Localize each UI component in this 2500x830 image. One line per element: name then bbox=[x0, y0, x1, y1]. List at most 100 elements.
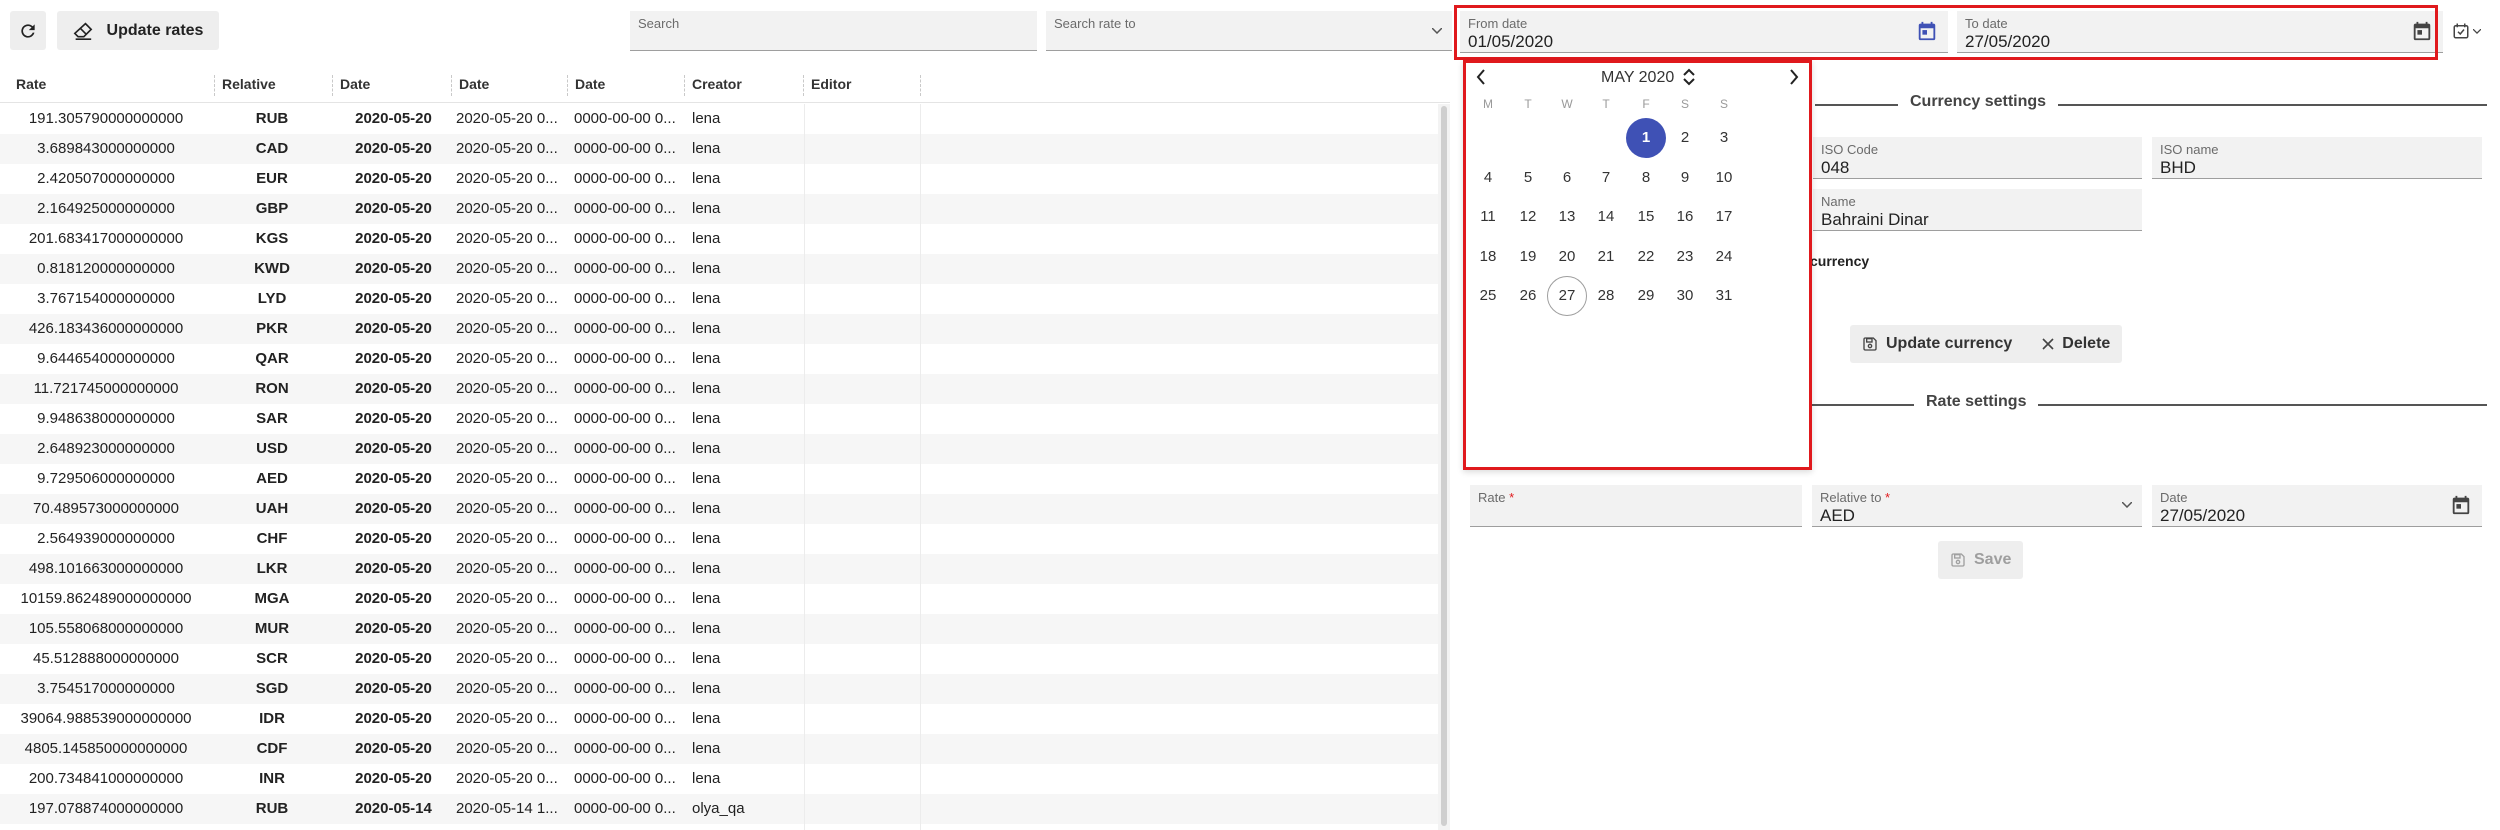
calendar-day[interactable]: 8 bbox=[1626, 158, 1666, 198]
calendar-day[interactable]: 25 bbox=[1468, 276, 1508, 316]
table-row[interactable]: 10159.862489000000000 MGA 2020-05-20 2020-0… bbox=[0, 584, 1450, 614]
calendar-day[interactable]: 13 bbox=[1547, 197, 1587, 237]
table-row[interactable]: 197.078874000000000 RUB 2020-05-14 2020-05-… bbox=[0, 794, 1450, 824]
calendar-day[interactable]: 28 bbox=[1586, 276, 1626, 316]
sort-icon[interactable] bbox=[1682, 67, 1696, 87]
relative-cell: GBP bbox=[255, 200, 289, 217]
table-row[interactable]: 39064.988539000000000 IDR 2020-05-20 2020-0… bbox=[0, 704, 1450, 734]
calendar-day[interactable]: 22 bbox=[1626, 237, 1666, 277]
rate-date-field[interactable]: Date 27/05/2020 bbox=[2152, 485, 2482, 527]
calendar-day[interactable]: 9 bbox=[1665, 158, 1705, 198]
search-rate-to-select[interactable]: Search rate to bbox=[1046, 11, 1452, 51]
column-header-date-created[interactable]: Date bbox=[451, 66, 489, 103]
column-header-creator[interactable]: Creator bbox=[684, 66, 742, 103]
delete-label[interactable]: Delete bbox=[2062, 335, 2110, 353]
update-currency-button[interactable]: Update currency Delete bbox=[1850, 325, 2123, 363]
rate-input[interactable]: Rate * bbox=[1470, 485, 1802, 527]
table-row[interactable]: 4805.145850000000000 CDF 2020-05-20 2020-05… bbox=[0, 734, 1450, 764]
calendar-month-label[interactable]: MAY 2020 bbox=[1601, 69, 1674, 87]
column-header-date-edited[interactable]: Date bbox=[567, 66, 605, 103]
calendar-day[interactable]: 4 bbox=[1468, 158, 1508, 198]
relative-cell: SAR bbox=[256, 410, 288, 427]
table-row[interactable]: 45.512888000000000 SCR 2020-05-20 2020-05-2… bbox=[0, 644, 1450, 674]
date-edited-cell: 0000-00-00 0... bbox=[574, 140, 676, 157]
table-row[interactable]: 105.558068000000000 MUR 2020-05-20 2020-05-… bbox=[0, 614, 1450, 644]
table-row[interactable]: 200.734841000000000 INR 2020-05-20 2020-05-… bbox=[0, 764, 1450, 794]
calendar-day[interactable]: 11 bbox=[1468, 197, 1508, 237]
calendar-day[interactable]: 16 bbox=[1665, 197, 1705, 237]
table-row[interactable]: 11.721745000000000 RON 2020-05-20 2020-05-2… bbox=[0, 374, 1450, 404]
relative-to-select[interactable]: Relative to * AED bbox=[1812, 485, 2142, 527]
calendar-day[interactable]: 14 bbox=[1586, 197, 1626, 237]
creator-cell: lena bbox=[692, 140, 721, 157]
iso-name-field[interactable]: ISO name BHD bbox=[2152, 137, 2482, 179]
table-row[interactable]: 2.420507000000000 EUR 2020-05-20 2020-05-20… bbox=[0, 164, 1450, 194]
calendar-day[interactable]: 15 bbox=[1626, 197, 1666, 237]
table-row[interactable]: 0.818120000000000 KWD 2020-05-20 2020-05-20… bbox=[0, 254, 1450, 284]
column-header-relative[interactable]: Relative bbox=[214, 66, 276, 103]
calendar-day[interactable]: 20 bbox=[1547, 237, 1587, 277]
calendar-day[interactable]: 12 bbox=[1508, 197, 1548, 237]
scrollbar-thumb[interactable] bbox=[1441, 106, 1447, 826]
creator-cell: lena bbox=[692, 200, 721, 217]
calendar-day[interactable]: 1 bbox=[1626, 118, 1666, 158]
table-row[interactable]: 70.489573000000000 UAH 2020-05-20 2020-05-2… bbox=[0, 494, 1450, 524]
table-row[interactable]: 9.729506000000000 AED 2020-05-20 2020-05-20… bbox=[0, 464, 1450, 494]
calendar-icon[interactable] bbox=[2450, 494, 2472, 516]
calendar-day[interactable]: 5 bbox=[1508, 158, 1548, 198]
currency-checkbox-label[interactable]: currency bbox=[1810, 253, 1869, 269]
calendar-day[interactable]: 27 bbox=[1547, 276, 1587, 316]
search-input[interactable]: Search bbox=[630, 11, 1037, 51]
calendar-day[interactable]: 7 bbox=[1586, 158, 1626, 198]
calendar-day[interactable]: 3 bbox=[1704, 118, 1744, 158]
calendar-day[interactable]: 18 bbox=[1468, 237, 1508, 277]
table-row[interactable]: 2.564939000000000 CHF 2020-05-20 2020-05-20… bbox=[0, 524, 1450, 554]
date-cell: 2020-05-20 bbox=[355, 290, 432, 307]
table-row[interactable]: 9.644654000000000 QAR 2020-05-20 2020-05-20… bbox=[0, 344, 1450, 374]
relative-cell: RON bbox=[255, 380, 289, 397]
editor-cell bbox=[812, 554, 922, 584]
calendar-day[interactable]: 23 bbox=[1665, 237, 1705, 277]
currency-name-field[interactable]: Name Bahraini Dinar bbox=[1813, 189, 2142, 231]
table-row[interactable]: 2.164925000000000 GBP 2020-05-20 2020-05-20… bbox=[0, 194, 1450, 224]
calendar-day[interactable]: 6 bbox=[1547, 158, 1587, 198]
update-rates-button[interactable]: Update rates bbox=[57, 11, 219, 50]
relative-cell: RUB bbox=[255, 110, 289, 127]
column-header-editor[interactable]: Editor bbox=[803, 66, 851, 103]
editor-cell bbox=[812, 794, 922, 824]
calendar-day[interactable]: 2 bbox=[1665, 118, 1705, 158]
table-row[interactable]: 3.689843000000000 CAD 2020-05-20 2020-05-20… bbox=[0, 134, 1450, 164]
relative-cell: UAH bbox=[255, 500, 289, 517]
calendar-day[interactable]: 29 bbox=[1626, 276, 1666, 316]
calendar-day[interactable]: 24 bbox=[1704, 237, 1744, 277]
editor-cell bbox=[812, 344, 922, 374]
table-row[interactable]: 201.683417000000000 KGS 2020-05-20 2020-05-… bbox=[0, 224, 1450, 254]
calendar-day[interactable]: 10 bbox=[1704, 158, 1744, 198]
refresh-button[interactable] bbox=[10, 11, 46, 50]
date-created-cell: 2020-05-20 0... bbox=[456, 410, 558, 427]
update-rates-label: Update rates bbox=[106, 21, 204, 39]
calendar-day[interactable]: 19 bbox=[1508, 237, 1548, 277]
calendar-day[interactable]: 26 bbox=[1508, 276, 1548, 316]
date-menu-button[interactable] bbox=[2446, 16, 2486, 46]
column-header-rate[interactable]: Rate bbox=[8, 66, 46, 103]
save-button[interactable]: Save bbox=[1938, 541, 2024, 579]
chevron-left-icon[interactable] bbox=[1476, 69, 1486, 85]
relative-label-wrap: Relative to * bbox=[1820, 490, 1890, 505]
table-row[interactable]: 426.183436000000000 PKR 2020-05-20 2020-05-… bbox=[0, 314, 1450, 344]
table-row[interactable]: 2.648923000000000 USD 2020-05-20 2020-05-20… bbox=[0, 434, 1450, 464]
calendar-day[interactable]: 21 bbox=[1586, 237, 1626, 277]
chevron-right-icon[interactable] bbox=[1789, 69, 1799, 85]
calendar-day[interactable]: 31 bbox=[1704, 276, 1744, 316]
table-row[interactable]: 498.101663000000000 LKR 2020-05-20 2020-05-… bbox=[0, 554, 1450, 584]
column-header-date[interactable]: Date bbox=[332, 66, 370, 103]
calendar-day[interactable]: 30 bbox=[1665, 276, 1705, 316]
table-scrollbar[interactable] bbox=[1438, 104, 1450, 830]
table-row[interactable]: 3.767154000000000 LYD 2020-05-20 2020-05-20… bbox=[0, 284, 1450, 314]
table-row[interactable]: 3.754517000000000 SGD 2020-05-20 2020-05-20… bbox=[0, 674, 1450, 704]
column-resizer[interactable] bbox=[920, 75, 921, 96]
table-row[interactable]: 191.305790000000000 RUB 2020-05-20 2020-05-… bbox=[0, 104, 1450, 134]
table-row[interactable]: 9.948638000000000 SAR 2020-05-20 2020-05-20… bbox=[0, 404, 1450, 434]
calendar-day[interactable]: 17 bbox=[1704, 197, 1744, 237]
iso-code-field[interactable]: ISO Code 048 bbox=[1813, 137, 2142, 179]
